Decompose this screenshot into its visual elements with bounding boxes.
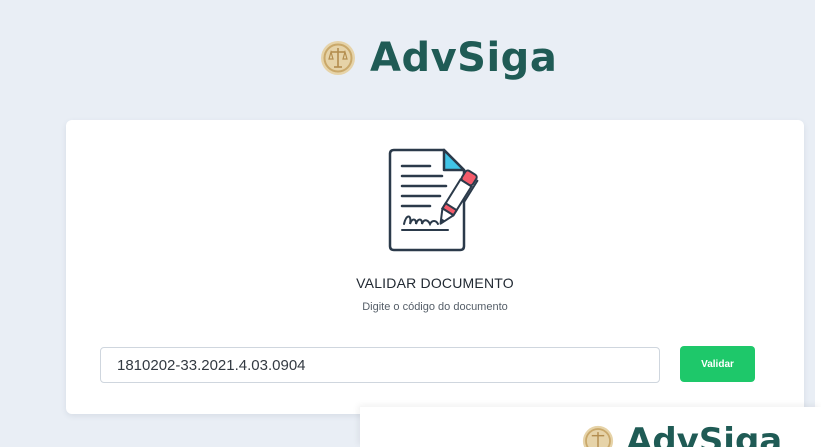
validate-button[interactable]: Validar — [680, 346, 755, 382]
brand-name: AdvSiga — [370, 35, 558, 81]
overlay-brand: AdvSiga — [582, 421, 782, 447]
scales-medallion-icon — [321, 41, 355, 75]
signed-document-icon — [388, 148, 479, 252]
scales-medallion-icon — [582, 425, 614, 447]
card-title: VALIDAR DOCUMENTO — [356, 275, 514, 291]
header-brand: AdvSiga — [320, 30, 557, 86]
window-edge — [815, 0, 821, 443]
validation-card: VALIDAR DOCUMENTO Digite o código do doc… — [66, 120, 804, 414]
document-code-input[interactable] — [100, 347, 660, 383]
overlay-window-preview: AdvSiga — [360, 407, 821, 447]
card-subtitle: Digite o código do documento — [362, 301, 508, 313]
overlay-brand-name: AdvSiga — [626, 421, 783, 447]
